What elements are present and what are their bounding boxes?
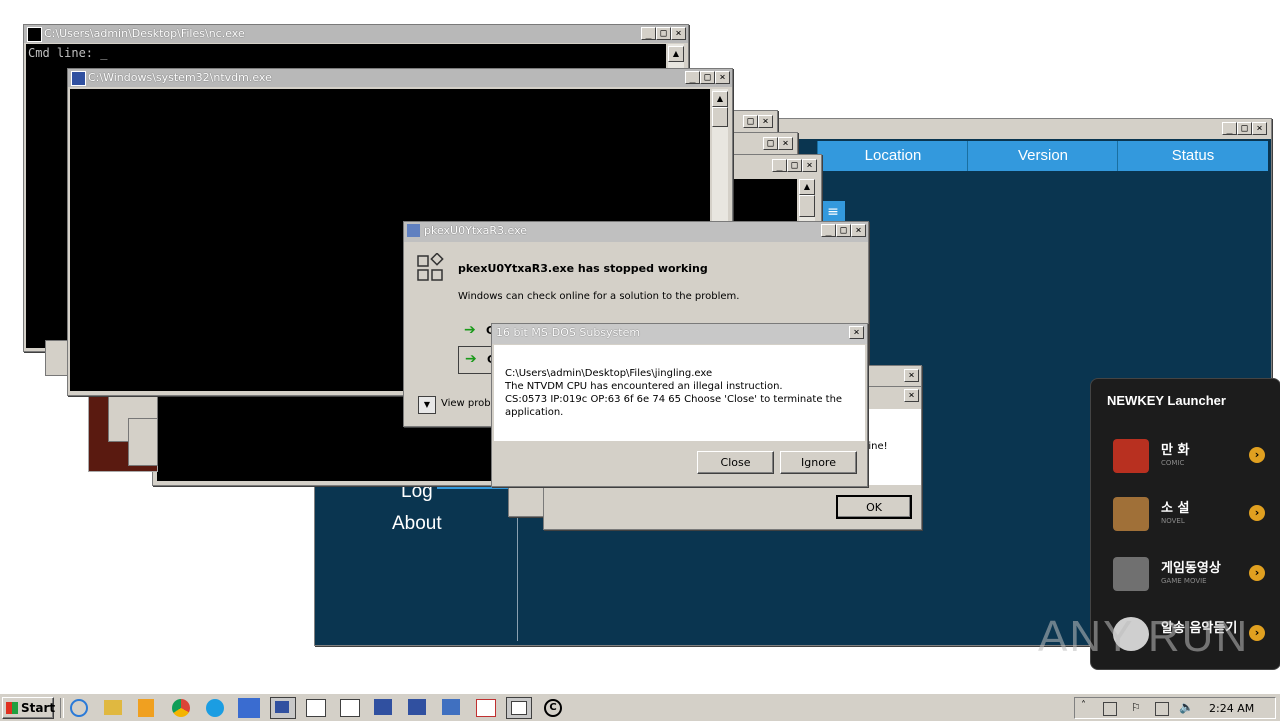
edge-icon[interactable] (206, 699, 224, 717)
taskbar: Start C ˄ ⚐ 🔈 2:24 AM (0, 693, 1280, 721)
error-line: CS:0573 IP:019c OP:63 6f 6e 74 65 Choose… (505, 394, 843, 405)
maximize-button[interactable]: □ (656, 27, 671, 40)
ntvdm-icon[interactable] (374, 699, 392, 715)
item-label: 소 설 (1161, 501, 1190, 516)
maximize-button[interactable]: □ (763, 137, 778, 150)
command-prompt[interactable]: Cmd line: _ (28, 46, 107, 60)
chevron-right-icon: › (1249, 447, 1265, 463)
flag-icon[interactable]: ⚐ (1131, 701, 1141, 714)
item-sublabel: GAME MOVIE (1161, 577, 1207, 585)
maximize-button[interactable]: □ (700, 71, 715, 84)
ignore-button[interactable]: Ignore (780, 451, 857, 474)
volume-icon[interactable]: 🔈 (1179, 700, 1194, 714)
crash-message: Windows can check online for a solution … (458, 291, 740, 302)
minimize-button[interactable]: _ (685, 71, 700, 84)
crash-icon[interactable] (442, 699, 460, 715)
minimize-button[interactable]: _ (1222, 122, 1237, 135)
launcher-item-game-movie[interactable]: 게임동영상 GAME MOVIE › (1099, 545, 1271, 603)
start-button[interactable]: Start (2, 697, 56, 719)
item-sublabel: NOVEL (1161, 517, 1185, 525)
chevron-right-icon: › (1249, 625, 1265, 641)
chevron-right-icon: › (1249, 565, 1265, 581)
comic-icon (1113, 439, 1149, 473)
launcher-title: NEWKEY Launcher (1107, 393, 1226, 408)
gamepad-icon (1113, 557, 1149, 591)
close-button[interactable]: × (904, 389, 919, 402)
hamburger-icon[interactable]: ≡ (821, 201, 845, 223)
view-problem-details[interactable]: View probl (441, 398, 493, 409)
minimize-button[interactable]: _ (641, 27, 656, 40)
close-button[interactable]: × (851, 224, 866, 237)
keyboard-icon[interactable] (1103, 702, 1117, 716)
close-button[interactable]: × (802, 159, 817, 172)
close-button[interactable]: × (1252, 122, 1267, 135)
windows-logo-icon (6, 702, 18, 714)
column-status[interactable]: Status (1117, 141, 1268, 171)
copyright-icon[interactable]: C (544, 699, 562, 717)
close-button[interactable]: × (904, 369, 919, 382)
green-arrow-icon: ➔ (464, 322, 476, 338)
msdos-dialog: 16 bit MS-DOS Subsystem × C:\Users\admin… (491, 323, 868, 487)
close-button[interactable]: × (758, 115, 773, 128)
expand-details-button[interactable]: ▼ (418, 396, 436, 414)
close-button[interactable]: × (715, 71, 730, 84)
app-icon[interactable] (270, 697, 296, 719)
error-line: The NTVDM CPU has encountered an illegal… (505, 381, 783, 392)
close-button[interactable]: × (778, 137, 793, 150)
taskbar-icons: C (66, 697, 576, 719)
window-frame-edge (128, 418, 158, 466)
close-button[interactable]: × (671, 27, 686, 40)
network-icon[interactable] (1155, 702, 1169, 716)
green-arrow-icon: ➔ (465, 351, 477, 367)
chevron-right-icon: › (1249, 505, 1265, 521)
taskbar-divider (60, 698, 64, 718)
minimize-button[interactable]: _ (772, 159, 787, 172)
item-sublabel: COMIC (1161, 459, 1185, 467)
book-icon (1113, 497, 1149, 531)
media-player-icon[interactable] (138, 699, 154, 717)
chevron-up-icon[interactable]: ˄ (1081, 700, 1086, 711)
close-button[interactable]: Close (697, 451, 774, 474)
app-icon (407, 224, 420, 237)
column-header: Location Version Status (817, 141, 1268, 171)
minimize-button[interactable]: _ (821, 224, 836, 237)
system-tray: ˄ ⚐ 🔈 2:24 AM (1074, 697, 1276, 719)
launcher-item-novel[interactable]: 소 설 NOVEL › (1099, 485, 1271, 543)
menu-item-about[interactable]: About (392, 513, 442, 535)
dos-icon[interactable] (476, 699, 496, 717)
item-label: 만 화 (1161, 443, 1190, 458)
column-location[interactable]: Location (817, 141, 968, 171)
maximize-button[interactable]: □ (743, 115, 758, 128)
close-button[interactable]: × (849, 326, 864, 339)
start-label: Start (21, 701, 56, 715)
explorer-icon[interactable] (104, 700, 122, 715)
clock[interactable]: 2:24 AM (1209, 702, 1254, 715)
column-version[interactable]: Version (967, 141, 1118, 171)
maximize-button[interactable]: □ (1237, 122, 1252, 135)
ok-button[interactable]: OK (836, 495, 912, 519)
crash-heading: pkexU0YtxaR3.exe has stopped working (458, 262, 708, 275)
program-icon (417, 253, 444, 281)
error-line: application. (505, 407, 564, 418)
ntvdm-icon (71, 71, 86, 86)
app-icon[interactable] (238, 698, 260, 718)
ie-icon[interactable] (70, 699, 88, 717)
console-icon[interactable] (340, 699, 360, 717)
anyrun-watermark: ANY RUN (1038, 612, 1250, 661)
window-title: 16 bit MS-DOS Subsystem (496, 326, 641, 339)
console-icon[interactable] (506, 697, 532, 719)
maximize-button[interactable]: □ (836, 224, 851, 237)
ntvdm-icon[interactable] (408, 699, 426, 715)
window-title: pkexU0YtxaR3.exe (424, 224, 528, 237)
launcher-item-comic[interactable]: 만 화 COMIC › (1099, 427, 1271, 485)
maximize-button[interactable]: □ (787, 159, 802, 172)
window-title: C:\Windows\system32\ntvdm.exe (88, 71, 272, 84)
chrome-icon[interactable] (172, 699, 190, 717)
item-label: 게임동영상 (1161, 561, 1221, 576)
error-path: C:\Users\admin\Desktop\Files\jingling.ex… (505, 368, 713, 379)
console-icon (27, 27, 42, 42)
window-title: C:\Users\admin\Desktop\Files\nc.exe (44, 27, 245, 40)
console-icon[interactable] (306, 699, 326, 717)
